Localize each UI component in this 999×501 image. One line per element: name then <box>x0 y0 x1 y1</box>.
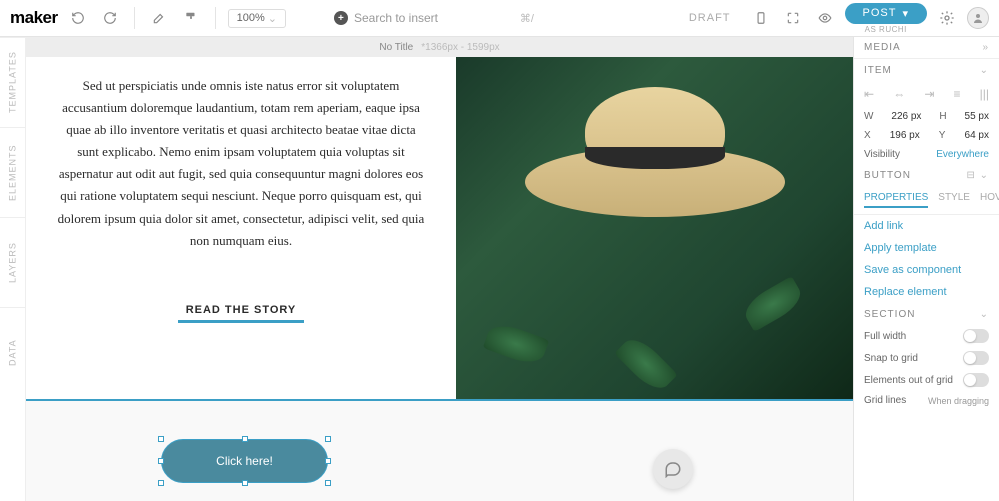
align-right-icon[interactable]: ⇥ <box>924 87 934 101</box>
x-value[interactable]: 196 px <box>890 130 920 141</box>
fullscreen-icon[interactable] <box>781 6 805 30</box>
draft-label[interactable]: DRAFT <box>689 12 731 24</box>
mobile-icon[interactable] <box>749 6 773 30</box>
section-below[interactable]: Click here! <box>26 399 853 501</box>
body-paragraph[interactable]: Sed ut perspiciatis unde omnis iste natu… <box>56 75 426 252</box>
align-center-icon[interactable]: ⇔ <box>893 87 905 101</box>
resize-handle[interactable] <box>325 458 331 464</box>
width-value[interactable]: 226 px <box>891 111 921 122</box>
alignment-row: ⇤ ⇔ ⇥ ≡ ||| <box>854 81 999 107</box>
tab-elements[interactable]: ELEMENTS <box>0 127 25 217</box>
align-left-icon[interactable]: ⇤ <box>864 87 874 101</box>
roller-icon[interactable] <box>179 6 203 30</box>
add-link[interactable]: Add link <box>854 215 999 237</box>
resize-handle[interactable] <box>325 436 331 442</box>
visibility-row[interactable]: VisibilityEverywhere <box>854 145 999 164</box>
page-content[interactable]: Sed ut perspiciatis unde omnis iste natu… <box>26 57 853 399</box>
panel-item-header[interactable]: ITEM⌄ <box>854 59 999 81</box>
avatar[interactable] <box>967 7 989 29</box>
search-input[interactable]: + Search to insert ⌘/ <box>334 11 534 25</box>
grid-lines-row[interactable]: Grid linesWhen dragging <box>854 391 999 410</box>
panel-media-header[interactable]: MEDIA» <box>854 37 999 59</box>
preview-icon[interactable] <box>813 6 837 30</box>
resize-handle[interactable] <box>158 458 164 464</box>
snap-grid-toggle[interactable]: Snap to grid <box>854 347 999 369</box>
hero-image[interactable] <box>456 57 853 399</box>
position-row: X196 pxY64 px <box>854 126 999 145</box>
tab-templates[interactable]: TEMPLATES <box>0 37 25 127</box>
tab-data[interactable]: DATA <box>0 307 25 397</box>
resize-handle[interactable] <box>325 480 331 486</box>
align-justify-icon[interactable]: ≡ <box>954 87 961 101</box>
width-row: W226 pxH55 px <box>854 107 999 126</box>
panel-section-header[interactable]: SECTION⌄ <box>854 303 999 325</box>
properties-panel: MEDIA» ITEM⌄ ⇤ ⇔ ⇥ ≡ ||| W226 pxH55 px X… <box>853 37 999 501</box>
canvas-area[interactable]: No Title *1366px - 1599px Sed ut perspic… <box>26 37 853 501</box>
apply-template[interactable]: Apply template <box>854 237 999 259</box>
search-shortcut: ⌘/ <box>520 12 534 25</box>
resize-handle[interactable] <box>242 480 248 486</box>
tab-properties[interactable]: PROPERTIES <box>864 192 928 208</box>
tab-style[interactable]: STYLE <box>938 192 970 208</box>
elements-out-toggle[interactable]: Elements out of grid <box>854 369 999 391</box>
click-here-button[interactable]: Click here! <box>161 439 328 483</box>
y-value[interactable]: 64 px <box>965 130 989 141</box>
post-button[interactable]: POST▾ <box>845 3 927 24</box>
search-placeholder: Search to insert <box>354 11 438 25</box>
logo: maker <box>10 8 58 28</box>
save-component[interactable]: Save as component <box>854 259 999 281</box>
align-distribute-icon[interactable]: ||| <box>980 87 989 101</box>
replace-element[interactable]: Replace element <box>854 281 999 303</box>
post-as-label: AS RUCHI <box>865 25 907 34</box>
gear-icon[interactable] <box>935 6 959 30</box>
resize-handle[interactable] <box>242 436 248 442</box>
canvas-titlebar: No Title *1366px - 1599px <box>26 37 853 57</box>
page-title: No Title <box>379 42 413 53</box>
resize-handle[interactable] <box>158 480 164 486</box>
plus-icon: + <box>334 11 348 25</box>
top-toolbar: maker 100%⌄ + Search to insert ⌘/ DRAFT … <box>0 0 999 37</box>
undo-icon[interactable] <box>66 6 90 30</box>
redo-icon[interactable] <box>98 6 122 30</box>
tab-layers[interactable]: LAYERS <box>0 217 25 307</box>
chat-icon[interactable] <box>653 449 693 489</box>
panel-button-header[interactable]: BUTTON⊟ ⌄ <box>854 164 999 186</box>
resize-handle[interactable] <box>158 436 164 442</box>
height-value[interactable]: 55 px <box>965 111 989 122</box>
tab-hover[interactable]: HOVER <box>980 192 999 208</box>
click-here-label: Click here! <box>216 454 273 468</box>
property-tabs: PROPERTIES STYLE HOVER <box>854 186 999 215</box>
full-width-toggle[interactable]: Full width <box>854 325 999 347</box>
read-story-button[interactable]: READ THE STORY <box>178 300 305 323</box>
vertical-tabs: TEMPLATES ELEMENTS LAYERS DATA <box>0 37 26 501</box>
page-dimensions: *1366px - 1599px <box>421 42 499 53</box>
brush-icon[interactable] <box>147 6 171 30</box>
zoom-select[interactable]: 100%⌄ <box>228 9 286 28</box>
